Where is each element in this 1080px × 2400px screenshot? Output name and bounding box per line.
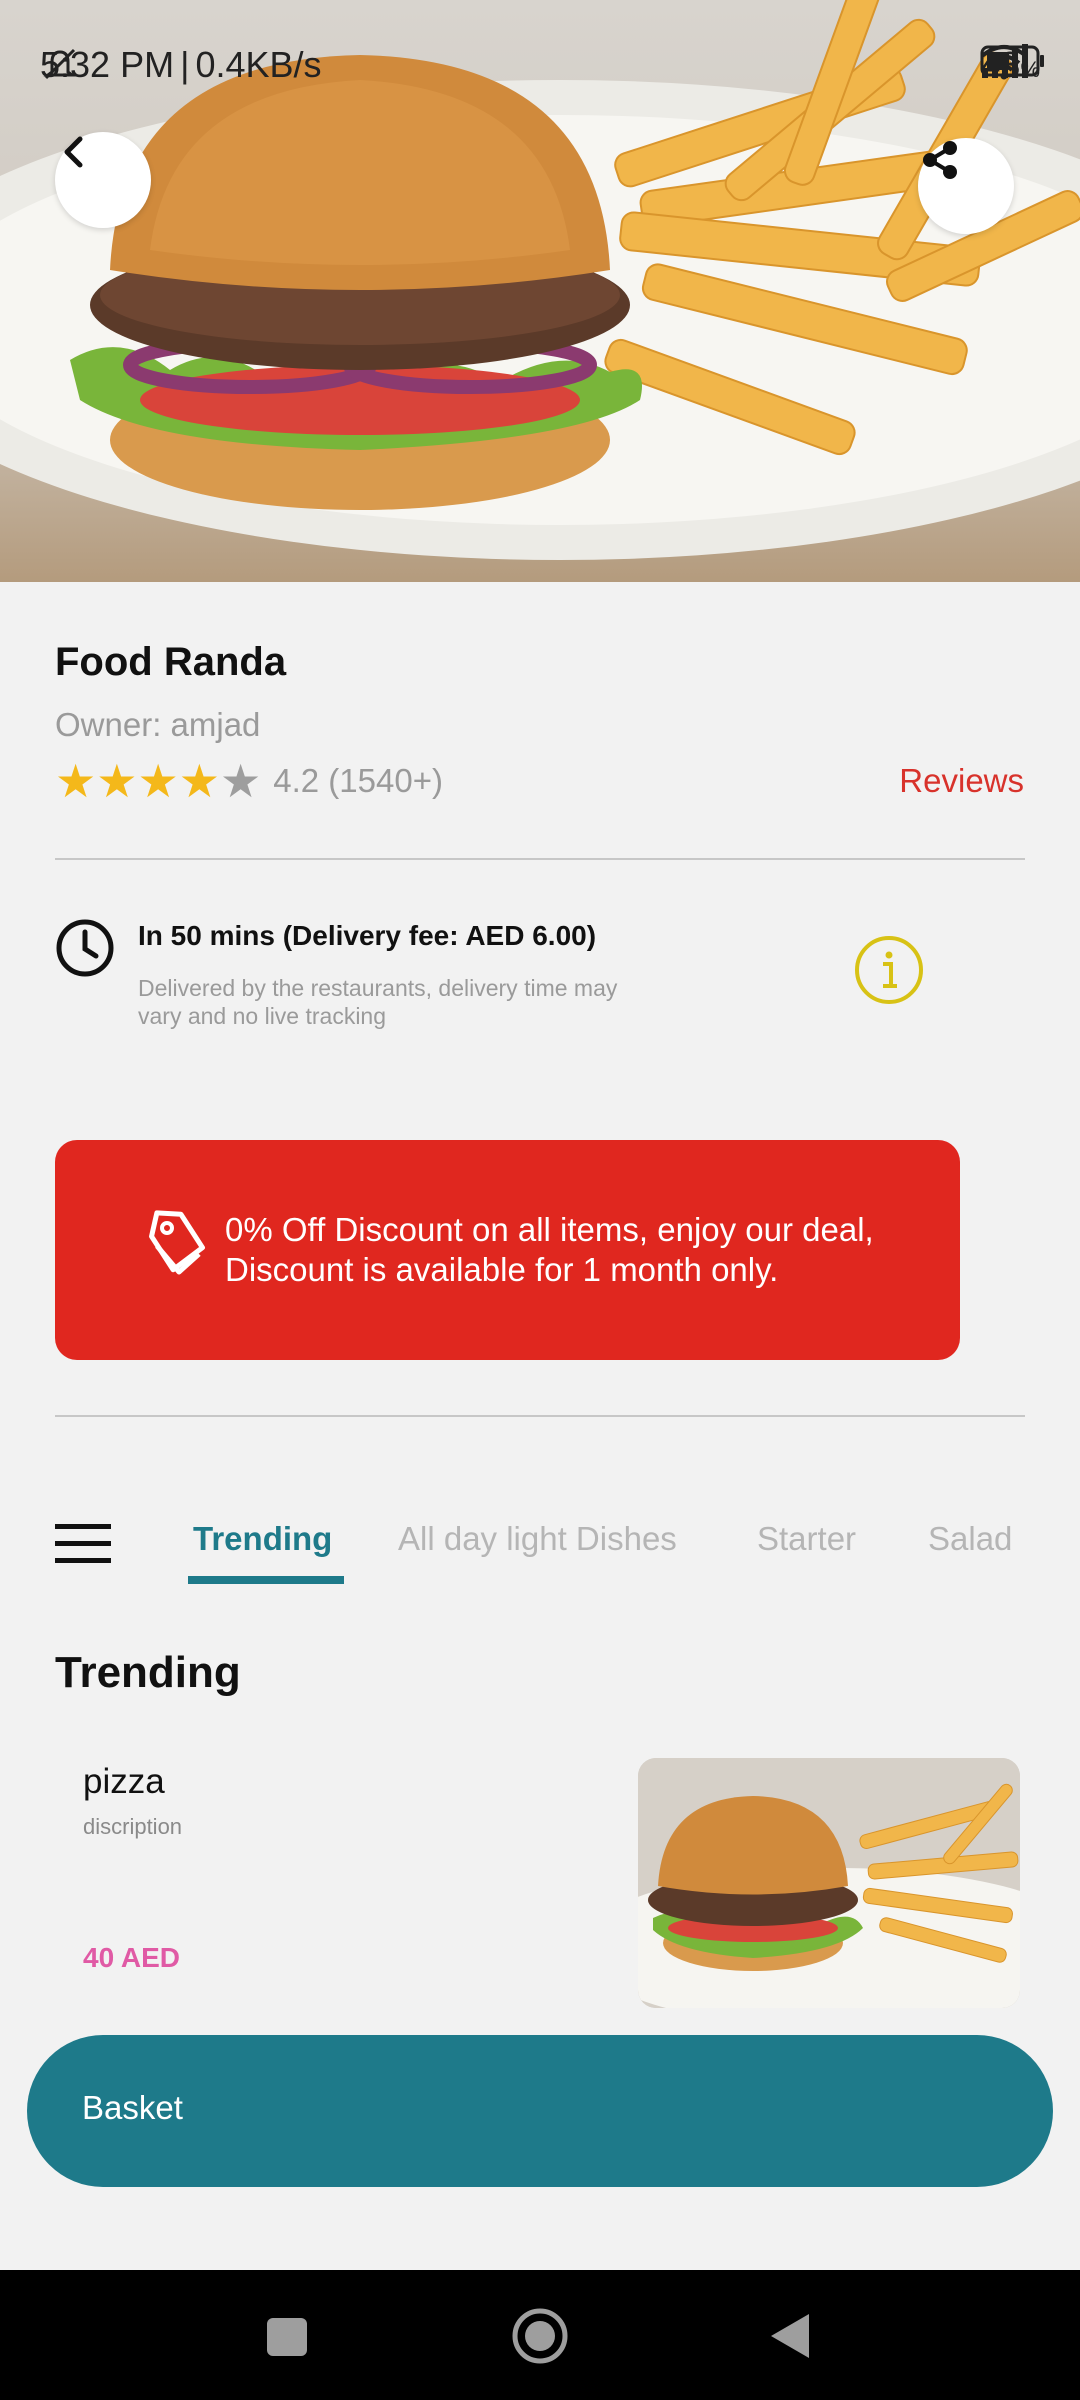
tab-trending[interactable]: Trending: [193, 1520, 332, 1558]
star-icon: ★: [220, 755, 262, 807]
system-nav-bar: [0, 2270, 1080, 2400]
restaurant-name: Food Randa: [55, 640, 287, 684]
reviews-link[interactable]: Reviews: [899, 762, 1024, 800]
rating-row: ★ ★ ★ ★ ★ 4.2 (1540+): [55, 756, 443, 806]
notifications-muted-icon: [43, 48, 77, 80]
star-icon: ★: [178, 755, 220, 807]
hamburger-menu-icon[interactable]: [55, 1522, 111, 1566]
star-icon: ★: [96, 755, 138, 807]
chevron-left-icon: [64, 136, 83, 168]
star-icon: ★: [137, 755, 179, 807]
tab-starter[interactable]: Starter: [757, 1520, 856, 1558]
tag-icon: [149, 1210, 205, 1275]
rating-text: 4.2 (1540+): [273, 762, 443, 799]
menu-item-card[interactable]: pizza discription 40 AED: [0, 1752, 1080, 2012]
back-button[interactable]: [55, 132, 151, 228]
basket-button[interactable]: Basket: [27, 2035, 1053, 2187]
hero-image: 5:32 PM | 0.4KB/s %: [0, 0, 1080, 582]
delivery-title: In 50 mins (Delivery fee: AED 6.00): [138, 920, 597, 951]
divider: [55, 1415, 1025, 1417]
basket-label: Basket: [82, 2089, 183, 2126]
share-icon: [923, 141, 957, 179]
network-speed: 0.4KB/s: [195, 44, 322, 85]
item-description: discription: [83, 1814, 183, 1839]
delivery-description: Delivered by the restaurants, delivery t…: [138, 975, 618, 1029]
share-button[interactable]: [918, 138, 1014, 234]
info-icon[interactable]: [853, 934, 925, 1006]
promo-text: 0% Off Discount on all items, enjoy our …: [225, 1211, 874, 1288]
delivery-info: In 50 mins (Delivery fee: AED 6.00) Deli…: [55, 912, 1025, 1052]
back-triangle-icon[interactable]: [765, 2306, 815, 2366]
item-name: pizza: [83, 1762, 165, 1801]
status-separator: |: [180, 44, 190, 85]
status-right: 43%: [980, 44, 1045, 86]
clock-icon: [56, 919, 114, 977]
status-bar: 5:32 PM | 0.4KB/s %: [0, 0, 1080, 130]
star-icon: ★: [55, 755, 97, 807]
tab-all-day-light-dishes[interactable]: All day light Dishes: [398, 1520, 677, 1558]
promo-banner: 0% Off Discount on all items, enjoy our …: [55, 1140, 960, 1360]
home-circle-icon[interactable]: [510, 2306, 570, 2366]
restaurant-owner: Owner: amjad: [55, 706, 261, 743]
section-title: Trending: [55, 1648, 241, 1697]
item-price: 40 AED: [83, 1942, 181, 1973]
status-left: 5:32 PM | 0.4KB/s: [40, 44, 322, 86]
active-tab-indicator: [188, 1576, 344, 1584]
burger-fries-thumbnail: [638, 1758, 1020, 2008]
item-image: [638, 1758, 1020, 2008]
recents-square-icon[interactable]: [265, 2306, 309, 2366]
battery-icon: [980, 45, 1045, 77]
star-rating: ★ ★ ★ ★ ★: [55, 756, 261, 806]
divider: [55, 858, 1025, 860]
tab-salad[interactable]: Salad: [928, 1520, 1012, 1558]
category-tabs: Trending All day light Dishes Starter Sa…: [0, 1500, 1080, 1590]
